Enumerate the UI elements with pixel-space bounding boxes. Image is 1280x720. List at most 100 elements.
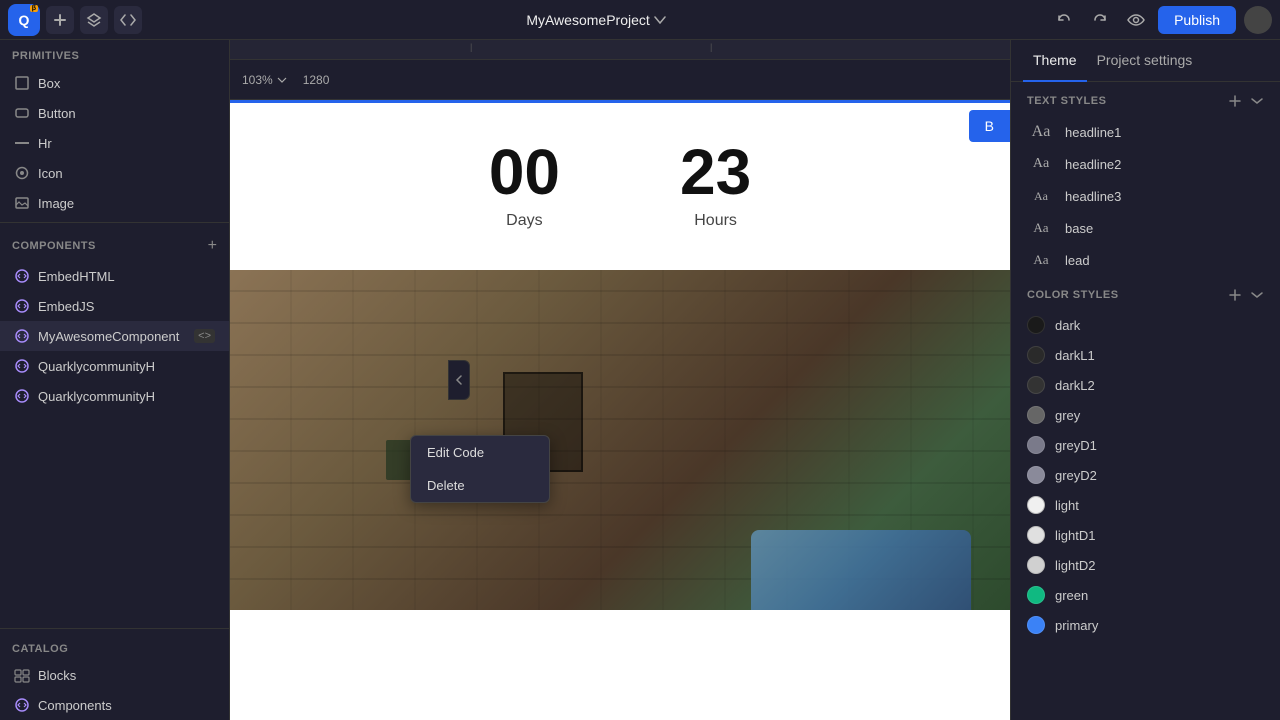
add-component-button[interactable]: + xyxy=(208,237,217,255)
color-style-grey[interactable]: grey xyxy=(1011,400,1280,430)
color-swatch-darkL2 xyxy=(1027,376,1045,394)
text-style-headline2[interactable]: Aa headline2 xyxy=(1011,148,1280,180)
chevron-down-icon[interactable] xyxy=(654,16,666,24)
canvas-area: | | 103% 1280 00 xyxy=(230,40,1010,720)
text-style-headline1[interactable]: Aa headline1 xyxy=(1011,116,1280,148)
context-menu-delete[interactable]: Delete xyxy=(411,469,549,502)
color-swatch-lightD1 xyxy=(1027,526,1045,544)
primitive-box[interactable]: Box xyxy=(0,68,229,98)
color-style-darkL1[interactable]: darkL1 xyxy=(1011,340,1280,370)
color-style-label: grey xyxy=(1055,408,1080,423)
color-style-green[interactable]: green xyxy=(1011,580,1280,610)
tab-project-settings[interactable]: Project settings xyxy=(1087,40,1203,82)
color-style-darkL2[interactable]: darkL2 xyxy=(1011,370,1280,400)
text-style-lead[interactable]: Aa lead xyxy=(1011,244,1280,276)
color-swatch-primary xyxy=(1027,616,1045,634)
text-styles-actions xyxy=(1228,94,1264,108)
component-quarkly2[interactable]: QuarklycommunityH xyxy=(0,381,229,411)
color-style-primary[interactable]: primary xyxy=(1011,610,1280,640)
building-image xyxy=(230,270,1010,610)
component-quarkly1[interactable]: QuarklycommunityH xyxy=(0,351,229,381)
text-style-label: headline2 xyxy=(1065,157,1121,172)
primitive-button[interactable]: Button xyxy=(0,98,229,128)
publish-button[interactable]: Publish xyxy=(1158,6,1236,34)
zoom-indicator[interactable]: 103% xyxy=(242,73,287,87)
days-item: 00 Days xyxy=(489,140,560,230)
add-text-style-icon[interactable] xyxy=(1228,94,1242,108)
main-area: PRIMITIVES Box Button Hr Icon xyxy=(0,40,1280,720)
preview-button[interactable] xyxy=(1122,6,1150,34)
text-style-label: headline1 xyxy=(1065,125,1121,140)
text-style-label: base xyxy=(1065,221,1093,236)
color-styles-header: COLOR STYLES xyxy=(1011,276,1280,310)
primitives-header: PRIMITIVES xyxy=(0,40,229,68)
left-panel: PRIMITIVES Box Button Hr Icon xyxy=(0,40,230,720)
component-my-awesome[interactable]: MyAwesomeComponent <> xyxy=(0,321,229,351)
color-style-greyD1[interactable]: greyD1 xyxy=(1011,430,1280,460)
page-preview: 00 Days 23 Hours B xyxy=(230,100,1010,720)
blocks-icon xyxy=(14,669,30,683)
text-style-headline3[interactable]: Aa headline3 xyxy=(1011,180,1280,212)
collapse-text-style-icon[interactable] xyxy=(1250,94,1264,108)
layers-button[interactable] xyxy=(80,6,108,34)
logo[interactable]: Q β xyxy=(8,4,40,36)
color-style-light[interactable]: light xyxy=(1011,490,1280,520)
canvas-action-button[interactable]: B xyxy=(969,110,1010,142)
text-style-icon: Aa xyxy=(1027,218,1055,238)
text-styles-list: Aa headline1 Aa headline2 Aa headline3 A… xyxy=(1011,116,1280,276)
color-style-label: dark xyxy=(1055,318,1080,333)
primitive-image[interactable]: Image xyxy=(0,188,229,218)
avatar[interactable] xyxy=(1244,6,1272,34)
color-style-lightD2[interactable]: lightD2 xyxy=(1011,550,1280,580)
code-tag-icon: <> xyxy=(194,329,215,343)
color-style-label: lightD1 xyxy=(1055,528,1095,543)
color-style-label: greyD2 xyxy=(1055,468,1097,483)
catalog-header: CATALOG xyxy=(0,633,229,661)
color-styles-section: COLOR STYLES dark darkL1 darkL2 grey gre… xyxy=(1011,276,1280,640)
color-swatch-darkL1 xyxy=(1027,346,1045,364)
add-button[interactable] xyxy=(46,6,74,34)
text-style-base[interactable]: Aa base xyxy=(1011,212,1280,244)
color-swatch-greyD1 xyxy=(1027,436,1045,454)
catalog-components[interactable]: Components xyxy=(0,690,229,720)
color-style-label: darkL2 xyxy=(1055,378,1095,393)
catalog-blocks[interactable]: Blocks xyxy=(0,661,229,690)
undo-button[interactable] xyxy=(1050,6,1078,34)
canvas-content[interactable]: 00 Days 23 Hours B xyxy=(230,100,1010,720)
color-style-label: greyD1 xyxy=(1055,438,1097,453)
component-embed-html[interactable]: EmbedHTML xyxy=(0,261,229,291)
color-swatch-grey xyxy=(1027,406,1045,424)
add-color-style-icon[interactable] xyxy=(1228,288,1242,302)
color-style-greyD2[interactable]: greyD2 xyxy=(1011,460,1280,490)
tab-theme[interactable]: Theme xyxy=(1023,40,1087,82)
text-styles-header: TEXT STYLES xyxy=(1011,82,1280,116)
days-value: 00 xyxy=(489,140,560,204)
color-style-label: green xyxy=(1055,588,1088,603)
primitive-icon[interactable]: Icon xyxy=(0,158,229,188)
embed-html-icon xyxy=(14,268,30,284)
embed-js-icon xyxy=(14,298,30,314)
color-swatch-dark xyxy=(1027,316,1045,334)
primitive-hr[interactable]: Hr xyxy=(0,128,229,158)
code-button[interactable] xyxy=(114,6,142,34)
text-style-icon: Aa xyxy=(1027,250,1055,270)
component-embed-js[interactable]: EmbedJS xyxy=(0,291,229,321)
collapse-panel-button[interactable] xyxy=(448,360,470,400)
countdown-section: 00 Days 23 Hours xyxy=(230,100,1010,270)
context-menu-edit-code[interactable]: Edit Code xyxy=(411,436,549,469)
quarkly1-icon xyxy=(14,358,30,374)
text-style-label: lead xyxy=(1065,253,1090,268)
redo-button[interactable] xyxy=(1086,6,1114,34)
project-name-area: MyAwesomeProject xyxy=(148,12,1044,28)
hours-item: 23 Hours xyxy=(680,140,751,230)
components-header: COMPONENTS + xyxy=(0,227,229,261)
color-swatch-lightD2 xyxy=(1027,556,1045,574)
color-style-dark[interactable]: dark xyxy=(1011,310,1280,340)
hours-label: Hours xyxy=(680,212,751,230)
color-swatch-greyD2 xyxy=(1027,466,1045,484)
collapse-color-style-icon[interactable] xyxy=(1250,288,1264,302)
ruler: | | xyxy=(230,40,1010,60)
color-style-lightD1[interactable]: lightD1 xyxy=(1011,520,1280,550)
color-style-label: primary xyxy=(1055,618,1098,633)
hours-value: 23 xyxy=(680,140,751,204)
